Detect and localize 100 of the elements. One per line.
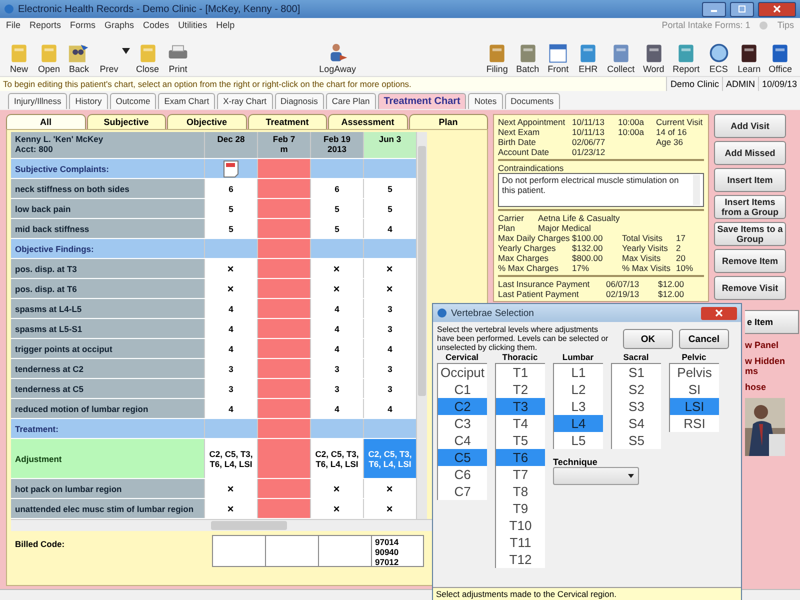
vertebra-item[interactable]: T2: [496, 381, 545, 398]
vertebra-item[interactable]: T11: [496, 534, 545, 551]
chart-tab[interactable]: Objective: [167, 114, 246, 129]
tab[interactable]: Notes: [468, 93, 503, 109]
vertebra-item[interactable]: S2: [612, 381, 661, 398]
table-cell[interactable]: 3: [363, 299, 416, 318]
vertebra-item[interactable]: C4: [438, 432, 487, 449]
table-cell[interactable]: 3: [310, 379, 363, 398]
missed-cell[interactable]: [257, 479, 310, 498]
action-button[interactable]: Remove Item: [714, 249, 786, 273]
vertebra-item[interactable]: L4: [554, 415, 603, 432]
toolbar-button[interactable]: Word: [638, 42, 669, 74]
table-cell[interactable]: C2, C5, T3, T6, L4, LSI: [310, 439, 363, 478]
menu-item[interactable]: Help: [216, 20, 235, 30]
action-button[interactable]: Add Visit: [714, 114, 786, 138]
toolbar-button[interactable]: Report: [668, 42, 704, 74]
table-cell[interactable]: ✕: [363, 499, 416, 518]
chart-tab[interactable]: Plan: [408, 114, 488, 129]
vertebra-item[interactable]: Occiput: [438, 364, 487, 381]
menu-item[interactable]: Utilities: [178, 20, 208, 30]
table-cell[interactable]: 4: [310, 299, 363, 318]
missed-cell[interactable]: [257, 179, 310, 198]
vertebra-item[interactable]: C5: [438, 449, 487, 466]
tab[interactable]: Outcome: [110, 93, 156, 109]
missed-cell[interactable]: [257, 399, 310, 418]
missed-cell[interactable]: [257, 359, 310, 378]
table-cell[interactable]: 6: [310, 179, 363, 198]
missed-cell[interactable]: [257, 299, 310, 318]
table-cell[interactable]: ✕: [310, 479, 363, 498]
menu-item[interactable]: Graphs: [104, 20, 134, 30]
vertebra-item[interactable]: T8: [496, 483, 545, 500]
table-cell[interactable]: ✕: [310, 279, 363, 298]
vertebra-item[interactable]: T12: [496, 551, 545, 568]
chart-tab[interactable]: Treatment: [248, 114, 327, 129]
table-cell[interactable]: 5: [310, 199, 363, 218]
table-cell[interactable]: ✕: [310, 499, 363, 518]
table-cell[interactable]: ✕: [310, 259, 363, 278]
chart-tab[interactable]: Subjective: [86, 114, 166, 129]
table-cell[interactable]: 4: [204, 319, 257, 338]
menu-item[interactable]: Reports: [30, 20, 62, 30]
vertebra-item[interactable]: C1: [438, 381, 487, 398]
table-cell[interactable]: 3: [363, 359, 416, 378]
missed-cell[interactable]: [257, 199, 310, 218]
toolbar-button[interactable]: Batch: [512, 42, 544, 74]
table-cell[interactable]: 4: [363, 399, 416, 418]
vertebra-item[interactable]: C6: [438, 466, 487, 483]
table-cell[interactable]: 4: [310, 339, 363, 358]
table-cell[interactable]: ✕: [204, 279, 257, 298]
table-cell[interactable]: 3: [363, 379, 416, 398]
table-cell[interactable]: 4: [310, 319, 363, 338]
table-cell[interactable]: ✕: [204, 259, 257, 278]
table-cell[interactable]: 4: [204, 399, 257, 418]
contraindications-field[interactable]: Do not perform electrical muscle stimulation on this patient.: [498, 173, 704, 207]
vertebra-item[interactable]: L3: [554, 398, 603, 415]
vertebra-item[interactable]: L5: [554, 432, 603, 449]
toolbar-button[interactable]: ECS: [704, 42, 734, 74]
missed-cell[interactable]: [257, 259, 310, 278]
toolbar-button[interactable]: EHR: [573, 42, 604, 74]
toolbar-button[interactable]: Office: [764, 42, 796, 74]
table-cell[interactable]: ✕: [363, 259, 416, 278]
toolbar-button[interactable]: Filing: [482, 42, 512, 74]
toolbar-button[interactable]: Print: [163, 42, 194, 74]
table-cell[interactable]: 4: [204, 339, 257, 358]
table-cell[interactable]: 3: [310, 359, 363, 378]
panel-link[interactable]: hose: [745, 382, 799, 392]
vertebra-item[interactable]: SI: [670, 381, 719, 398]
vertebra-item[interactable]: T6: [496, 449, 545, 466]
vertebra-item[interactable]: LSI: [670, 398, 719, 415]
missed-cell[interactable]: [257, 219, 310, 238]
vertebra-item[interactable]: C7: [438, 483, 487, 500]
vertebra-item[interactable]: T10: [496, 517, 545, 534]
table-cell[interactable]: 5: [363, 179, 416, 198]
vertebra-item[interactable]: L1: [554, 364, 603, 381]
panel-link[interactable]: w Panel: [745, 340, 799, 350]
missed-cell[interactable]: [257, 279, 310, 298]
vertebra-item[interactable]: T3: [496, 398, 545, 415]
toolbar-button[interactable]: Learn: [734, 42, 765, 74]
date-header[interactable]: Feb 7 m: [257, 132, 310, 158]
table-cell[interactable]: 5: [310, 219, 363, 238]
tab[interactable]: Exam Chart: [158, 93, 216, 109]
toolbar-button[interactable]: Back: [64, 42, 94, 74]
minimize-button[interactable]: [702, 2, 726, 16]
table-cell[interactable]: ✕: [204, 499, 257, 518]
table-cell[interactable]: 4: [363, 219, 416, 238]
toolbar-button[interactable]: Prev: [94, 42, 124, 74]
vertebra-item[interactable]: C3: [438, 415, 487, 432]
menu-item[interactable]: File: [6, 20, 21, 30]
table-cell[interactable]: 4: [310, 399, 363, 418]
panel-link[interactable]: w Hidden ms: [745, 356, 799, 376]
toolbar-button[interactable]: Front: [543, 42, 574, 74]
toolbar-button[interactable]: New: [4, 42, 34, 74]
vertebra-item[interactable]: T9: [496, 500, 545, 517]
vertebra-item[interactable]: S5: [612, 432, 661, 449]
table-cell[interactable]: 5: [204, 199, 257, 218]
vertebra-item[interactable]: T4: [496, 415, 545, 432]
tab[interactable]: History: [69, 93, 108, 109]
cancel-button[interactable]: Cancel: [679, 329, 729, 349]
missed-cell[interactable]: [257, 499, 310, 518]
vertebra-item[interactable]: T7: [496, 466, 545, 483]
date-header[interactable]: Jun 3: [363, 132, 416, 158]
